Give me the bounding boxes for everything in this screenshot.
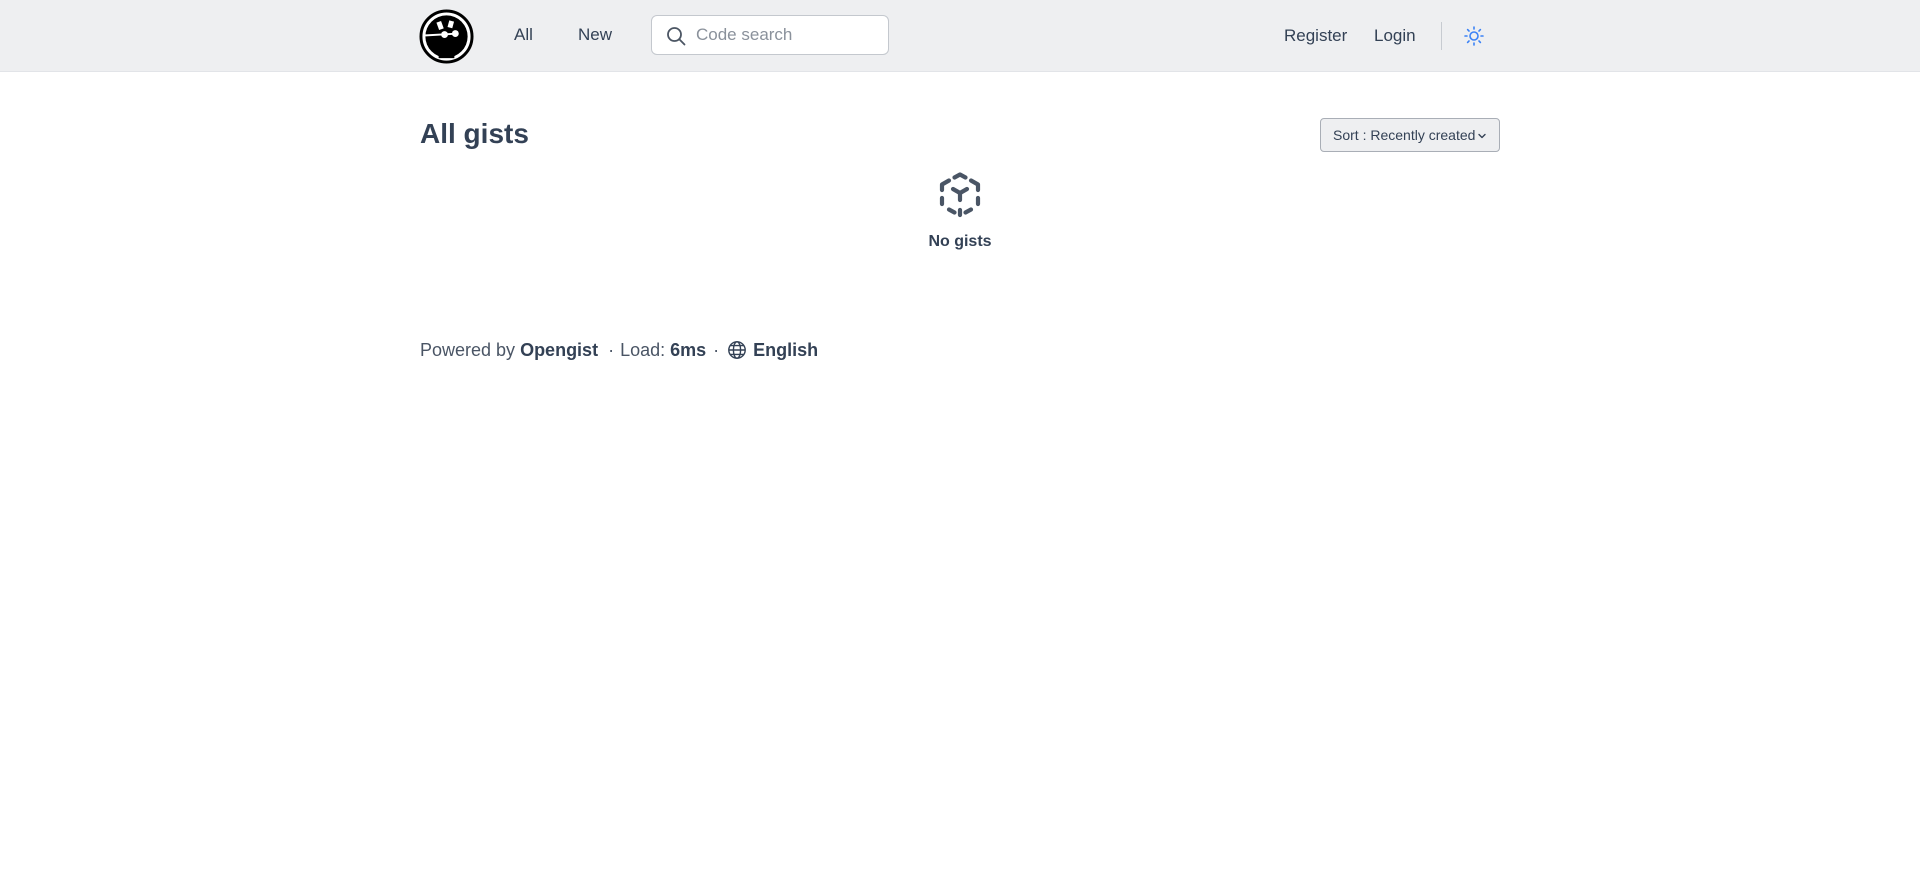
empty-state-text: No gists [928, 233, 992, 250]
register-link[interactable]: Register [1284, 26, 1347, 46]
footer-separator: · [713, 340, 720, 360]
page-footer: Powered by Opengist · Load: 6ms · Englis… [420, 338, 818, 362]
sort-dropdown-button[interactable]: Sort : Recently created [1320, 118, 1500, 152]
opengist-link[interactable]: Opengist [520, 338, 598, 362]
nav-all-link[interactable]: All [514, 25, 533, 45]
nav-new-link[interactable]: New [578, 25, 612, 45]
powered-by-label: Powered by [420, 340, 516, 360]
opengist-logo[interactable] [419, 9, 474, 64]
login-link[interactable]: Login [1374, 26, 1416, 46]
load-label: Load: [620, 340, 666, 360]
opengist-logo-icon [419, 9, 474, 64]
sun-icon [1464, 26, 1484, 46]
code-search-input[interactable] [696, 16, 882, 54]
top-navbar: All New Register Login [0, 0, 1920, 72]
language-selector[interactable]: English [753, 338, 818, 362]
search-icon [667, 27, 686, 46]
globe-icon [728, 341, 747, 359]
cube-icon [939, 172, 981, 218]
code-search-box[interactable] [651, 15, 889, 55]
theme-toggle-button[interactable] [1463, 25, 1485, 47]
load-time-value: 6ms [670, 340, 707, 360]
header-divider [1441, 22, 1442, 50]
chevron-down-icon [1478, 133, 1486, 139]
page-title: All gists [420, 118, 529, 149]
footer-separator: · [608, 340, 615, 360]
sort-label: Sort : Recently created [1333, 127, 1476, 143]
